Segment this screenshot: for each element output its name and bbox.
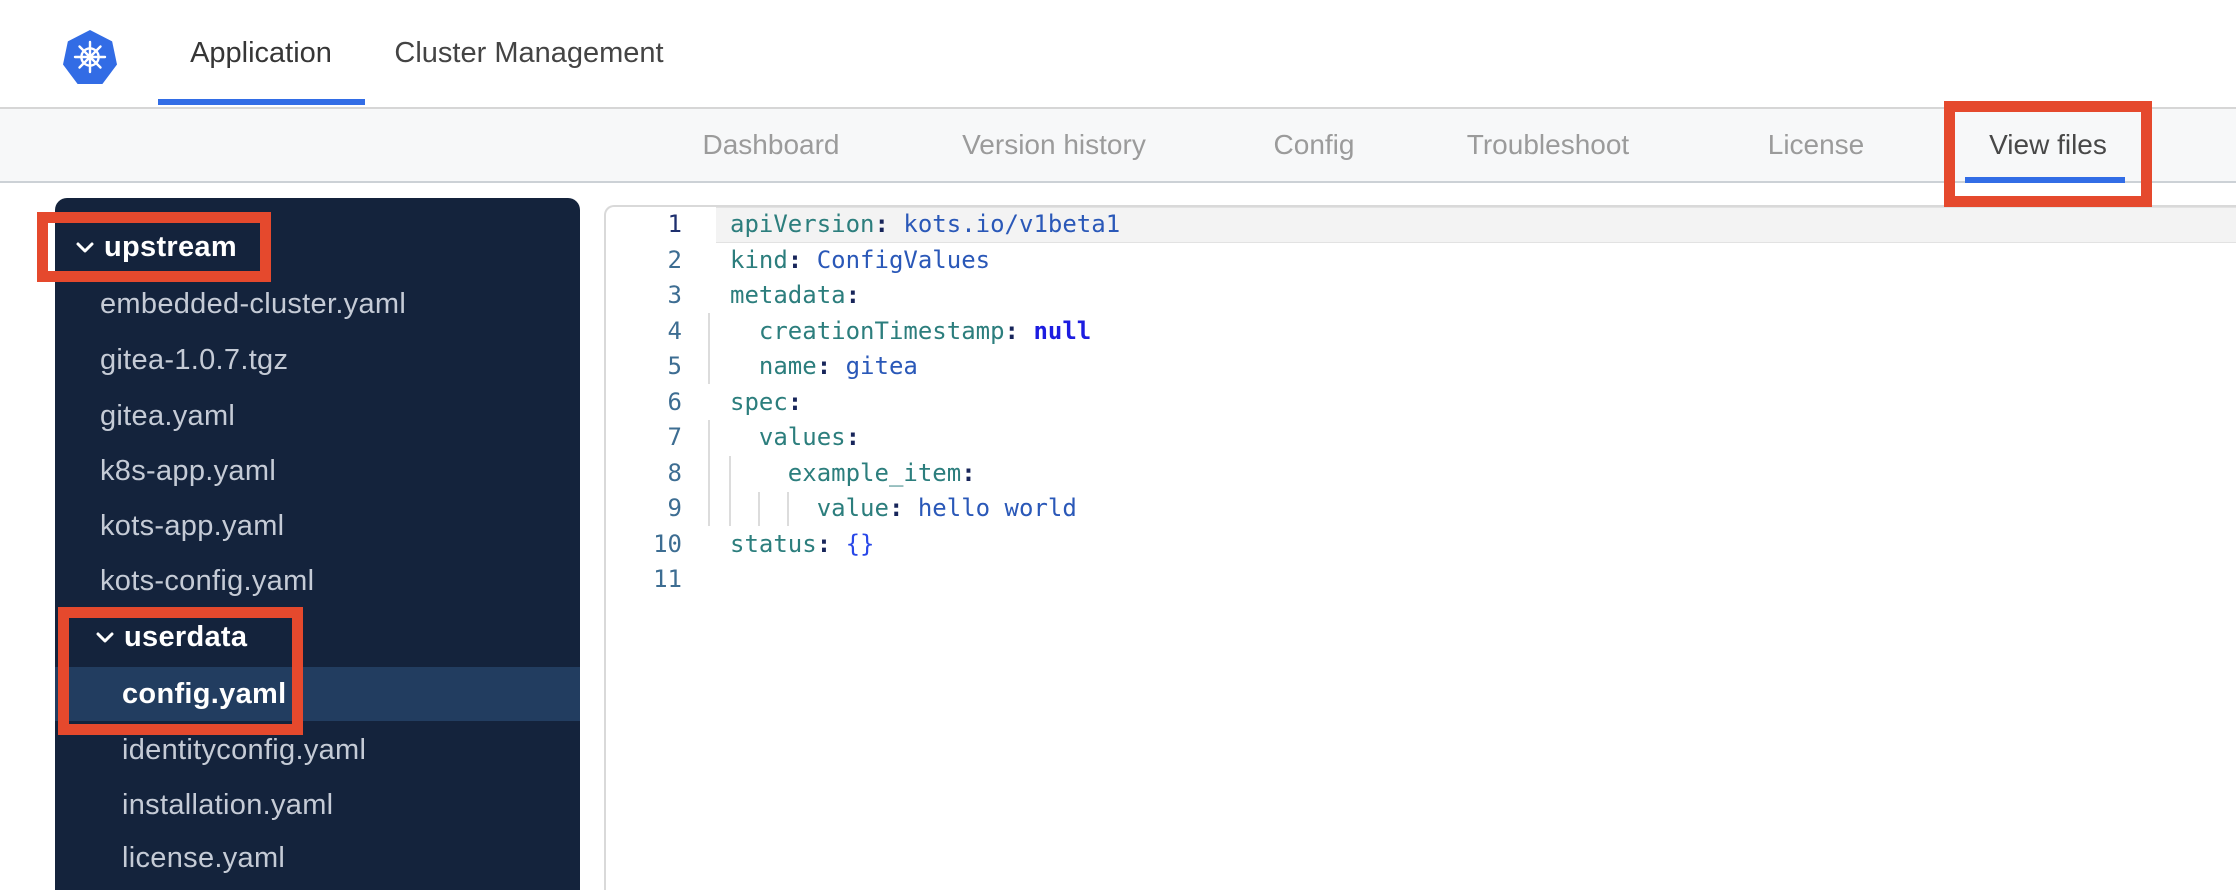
- sidebar-file-kots-app-yaml[interactable]: kots-app.yaml: [55, 499, 580, 553]
- tab-cluster-management[interactable]: Cluster Management: [394, 0, 663, 107]
- kots-admin-console: Application Cluster Management Dashboard…: [0, 0, 2236, 890]
- line-number: 9: [667, 494, 682, 522]
- nav-troubleshoot-label: Troubleshoot: [1466, 129, 1630, 160]
- tree-item-label: userdata: [124, 620, 248, 653]
- sidebar-file-config-yaml[interactable]: config.yaml: [55, 667, 580, 721]
- tree-item-label: config.yaml: [122, 677, 287, 710]
- indent-guide: [787, 492, 789, 526]
- tree-item-label: gitea-1.0.7.tgz: [100, 343, 289, 376]
- line-number: 11: [653, 565, 682, 593]
- line-number: 8: [667, 458, 682, 487]
- tree-item-label: identityconfig.yaml: [122, 733, 367, 766]
- code-line-2[interactable]: 2 kind: ConfigValues: [606, 243, 2236, 279]
- sidebar-file-gitea-1-0-7-tgz[interactable]: gitea-1.0.7.tgz: [55, 333, 580, 387]
- code-line-content: example_item:: [787, 458, 976, 487]
- indent-guide: [758, 492, 760, 526]
- sidebar-file-installation-yaml[interactable]: installation.yaml: [55, 778, 580, 832]
- chevron-down-icon: [75, 241, 95, 254]
- code-line-1[interactable]: 1 apiVersion: kots.io/v1beta1: [606, 207, 2236, 243]
- nav-view-files[interactable]: View files: [1989, 109, 2107, 181]
- line-number: 5: [667, 352, 682, 380]
- code-line-content: kind: ConfigValues: [730, 245, 991, 274]
- code-line-11[interactable]: 11: [606, 562, 2236, 598]
- nav-dashboard-label: Dashboard: [702, 129, 840, 160]
- code-line-content: value: hello world: [816, 494, 1077, 522]
- tab-cluster-management-label: Cluster Management: [394, 37, 664, 69]
- yaml-file-viewer[interactable]: 1 apiVersion: kots.io/v1beta1 2 kind: Confi…: [604, 205, 2236, 890]
- tree-item-label: license.yaml: [122, 841, 286, 874]
- helm-wheel-icon: [73, 40, 107, 74]
- line-number: 10: [653, 529, 682, 558]
- sidebar-file-kots-config-yaml[interactable]: kots-config.yaml: [55, 554, 580, 608]
- line-number: 4: [667, 316, 682, 345]
- line-number: 7: [667, 423, 682, 451]
- tree-item-label: k8s-app.yaml: [100, 454, 277, 487]
- code-line-9[interactable]: 9 value: hello world: [606, 491, 2236, 527]
- tree-item-label: kots-app.yaml: [100, 509, 285, 542]
- active-tab-indicator: [158, 99, 365, 105]
- app-header: Application Cluster Management: [0, 0, 2236, 107]
- line-number: 3: [667, 281, 682, 309]
- code-line-8[interactable]: 8 example_item:: [606, 456, 2236, 492]
- nav-dashboard[interactable]: Dashboard: [703, 109, 840, 181]
- nav-config-label: Config: [1273, 129, 1355, 160]
- code-line-3[interactable]: 3 metadata:: [606, 278, 2236, 314]
- tree-item-label: gitea.yaml: [100, 399, 236, 432]
- indent-guide: [729, 456, 731, 526]
- tab-application[interactable]: Application: [190, 0, 332, 107]
- nav-version-history[interactable]: Version history: [962, 109, 1146, 181]
- sidebar-file-gitea-yaml[interactable]: gitea.yaml: [55, 389, 580, 443]
- nav-config[interactable]: Config: [1274, 109, 1355, 181]
- sidebar-file-license-yaml[interactable]: license.yaml: [55, 831, 580, 885]
- tree-item-label: embedded-cluster.yaml: [100, 287, 407, 320]
- code-line-content: status: {}: [730, 529, 875, 558]
- tab-application-label: Application: [190, 37, 332, 69]
- code-line-4[interactable]: 4 creationTimestamp: null: [606, 314, 2236, 350]
- nav-view-files-label: View files: [1989, 129, 2107, 160]
- code-line-5[interactable]: 5 name: gitea: [606, 349, 2236, 385]
- code-line-content: metadata:: [730, 281, 861, 309]
- nav-troubleshoot[interactable]: Troubleshoot: [1467, 109, 1629, 181]
- line-number: 2: [667, 245, 682, 274]
- code-line-6[interactable]: 6 spec:: [606, 385, 2236, 421]
- code-line-content: values:: [758, 423, 861, 451]
- code-line-content: creationTimestamp: null: [758, 316, 1092, 345]
- sidebar-file-identityconfig-yaml[interactable]: identityconfig.yaml: [55, 723, 580, 777]
- nav-version-history-label: Version history: [962, 129, 1146, 160]
- code-line-content: [716, 562, 2236, 598]
- active-subnav-indicator: [1965, 177, 2125, 183]
- code-line-content: apiVersion: kots.io/v1beta1: [716, 207, 2236, 243]
- code-line-10[interactable]: 10 status: {}: [606, 527, 2236, 563]
- code-line-content: spec:: [730, 387, 803, 416]
- code-lines: 1 apiVersion: kots.io/v1beta1 2 kind: Confi…: [606, 207, 2236, 598]
- chevron-down-icon: [95, 631, 115, 644]
- sidebar-folder-userdata[interactable]: userdata: [55, 610, 580, 664]
- line-number: 1: [667, 210, 682, 238]
- app-subnav: Dashboard Version history Config Trouble…: [0, 107, 2236, 183]
- tree-item-label: upstream: [104, 230, 237, 263]
- tree-item-label: installation.yaml: [122, 788, 334, 821]
- file-tree-sidebar: upstream embedded-cluster.yaml gitea-1.0.7…: [55, 198, 580, 890]
- sidebar-file-k8s-app-yaml[interactable]: k8s-app.yaml: [55, 444, 580, 498]
- nav-license[interactable]: License: [1768, 109, 1865, 181]
- sidebar-file-embedded-cluster-yaml[interactable]: embedded-cluster.yaml: [55, 277, 580, 331]
- kubernetes-logo-icon: [63, 30, 117, 84]
- indent-guide: [708, 313, 710, 384]
- tree-item-label: kots-config.yaml: [100, 564, 315, 597]
- sidebar-folder-upstream[interactable]: upstream: [55, 220, 580, 274]
- code-line-7[interactable]: 7 values:: [606, 420, 2236, 456]
- code-line-content: name: gitea: [758, 352, 918, 380]
- indent-guide: [708, 420, 710, 526]
- nav-license-label: License: [1767, 129, 1865, 160]
- line-number: 6: [667, 387, 682, 416]
